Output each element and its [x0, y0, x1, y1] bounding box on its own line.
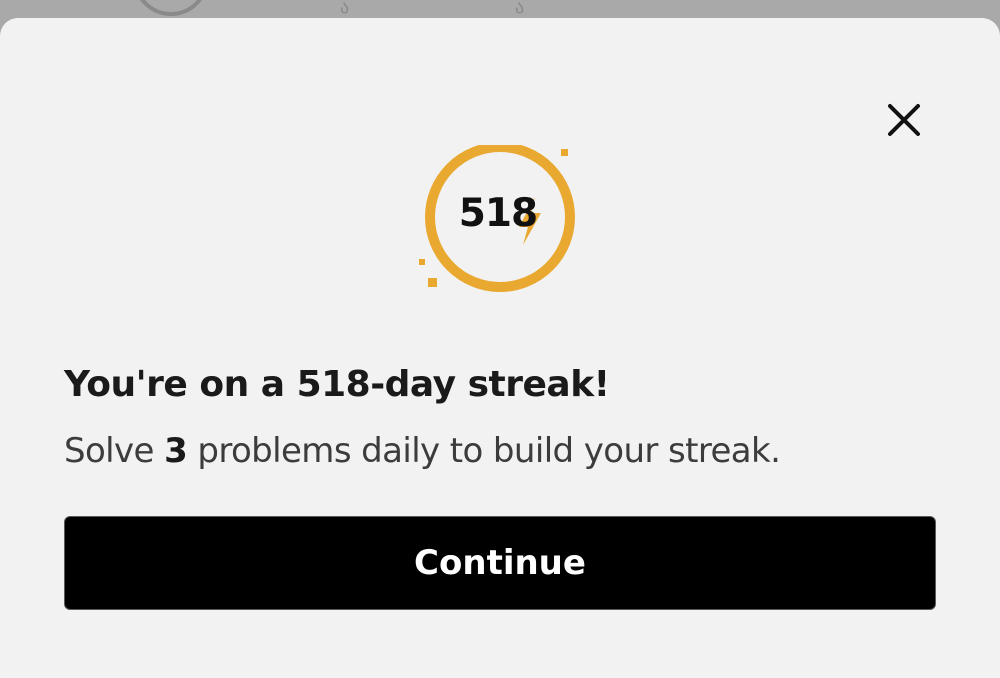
streak-subtitle: Solve 3 problems daily to build your str… [64, 428, 944, 474]
sparkle-square [428, 278, 437, 287]
continue-button[interactable]: Continue [64, 516, 936, 610]
background-avatar-circle [133, 0, 209, 16]
close-icon [888, 104, 920, 136]
daily-problem-count: 3 [164, 431, 188, 471]
background-glyph: ა [340, 0, 350, 18]
streak-count: 518 [458, 191, 538, 236]
subtitle-prefix: Solve [64, 431, 165, 471]
close-button[interactable] [880, 96, 928, 144]
background-glyph: ა [515, 0, 525, 18]
streak-badge: 518 [415, 145, 585, 295]
sparkle-square [561, 149, 568, 156]
streak-title: You're on a 518-day streak! [64, 364, 610, 405]
sparkle-square [419, 259, 425, 265]
subtitle-suffix: problems daily to build your streak. [187, 431, 781, 471]
